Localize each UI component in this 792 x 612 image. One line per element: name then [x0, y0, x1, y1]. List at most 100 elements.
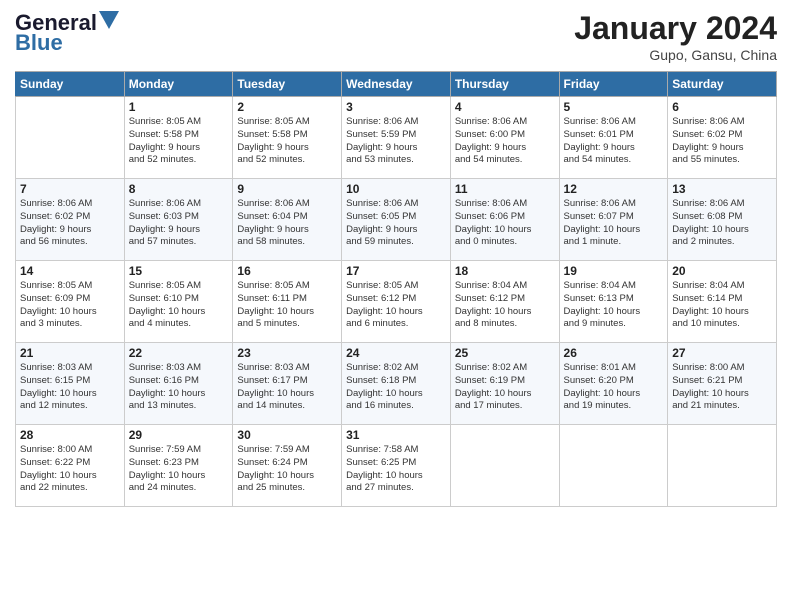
day-number: 9: [237, 182, 337, 196]
cell-content: Sunrise: 8:06 AMSunset: 6:06 PMDaylight:…: [455, 198, 555, 249]
calendar-cell: [16, 97, 125, 179]
calendar-cell: 19 Sunrise: 8:04 AMSunset: 6:13 PMDayligh…: [559, 261, 668, 343]
day-number: 13: [672, 182, 772, 196]
logo-arrow-icon: [99, 11, 119, 31]
col-monday: Monday: [124, 72, 233, 97]
day-number: 11: [455, 182, 555, 196]
cell-content: Sunrise: 8:05 AMSunset: 6:10 PMDaylight:…: [129, 280, 229, 331]
calendar-cell: 10 Sunrise: 8:06 AMSunset: 6:05 PMDayligh…: [342, 179, 451, 261]
calendar-table: Sunday Monday Tuesday Wednesday Thursday…: [15, 71, 777, 507]
cell-content: Sunrise: 8:06 AMSunset: 6:05 PMDaylight:…: [346, 198, 446, 249]
calendar-cell: [668, 425, 777, 507]
day-number: 14: [20, 264, 120, 278]
title-block: January 2024 Gupo, Gansu, China: [574, 10, 777, 63]
cell-content: Sunrise: 8:05 AMSunset: 6:12 PMDaylight:…: [346, 280, 446, 331]
day-number: 16: [237, 264, 337, 278]
day-number: 2: [237, 100, 337, 114]
cell-content: Sunrise: 8:05 AMSunset: 5:58 PMDaylight:…: [237, 116, 337, 167]
day-number: 7: [20, 182, 120, 196]
day-number: 28: [20, 428, 120, 442]
day-number: 8: [129, 182, 229, 196]
cell-content: Sunrise: 8:05 AMSunset: 6:11 PMDaylight:…: [237, 280, 337, 331]
calendar-cell: 14 Sunrise: 8:05 AMSunset: 6:09 PMDayligh…: [16, 261, 125, 343]
calendar-cell: 30Sunrise: 7:59 AMSunset: 6:24 PMDayligh…: [233, 425, 342, 507]
cell-content: Sunrise: 7:59 AMSunset: 6:23 PMDaylight:…: [129, 444, 229, 495]
calendar-cell: 26Sunrise: 8:01 AMSunset: 6:20 PMDayligh…: [559, 343, 668, 425]
cell-content: Sunrise: 8:06 AMSunset: 6:04 PMDaylight:…: [237, 198, 337, 249]
calendar-cell: 24 Sunrise: 8:02 AMSunset: 6:18 PMDayligh…: [342, 343, 451, 425]
day-number: 20: [672, 264, 772, 278]
cell-content: Sunrise: 8:06 AMSunset: 6:02 PMDaylight:…: [20, 198, 120, 249]
calendar-week-3: 14 Sunrise: 8:05 AMSunset: 6:09 PMDayligh…: [16, 261, 777, 343]
col-saturday: Saturday: [668, 72, 777, 97]
calendar-cell: 3Sunrise: 8:06 AMSunset: 5:59 PMDaylight…: [342, 97, 451, 179]
page-container: General Blue January 2024 Gupo, Gansu, C…: [0, 0, 792, 517]
day-number: 25: [455, 346, 555, 360]
cell-content: Sunrise: 8:06 AMSunset: 6:07 PMDaylight:…: [564, 198, 664, 249]
calendar-cell: 21 Sunrise: 8:03 AMSunset: 6:15 PMDayligh…: [16, 343, 125, 425]
day-number: 27: [672, 346, 772, 360]
calendar-cell: [450, 425, 559, 507]
cell-content: Sunrise: 8:03 AMSunset: 6:15 PMDaylight:…: [20, 362, 120, 413]
calendar-cell: 1Sunrise: 8:05 AMSunset: 5:58 PMDaylight…: [124, 97, 233, 179]
day-number: 12: [564, 182, 664, 196]
calendar-cell: [559, 425, 668, 507]
calendar-cell: 31Sunrise: 7:58 AMSunset: 6:25 PMDayligh…: [342, 425, 451, 507]
calendar-cell: 22 Sunrise: 8:03 AMSunset: 6:16 PMDayligh…: [124, 343, 233, 425]
cell-content: Sunrise: 8:06 AMSunset: 5:59 PMDaylight:…: [346, 116, 446, 167]
day-number: 10: [346, 182, 446, 196]
cell-content: Sunrise: 8:05 AMSunset: 5:58 PMDaylight:…: [129, 116, 229, 167]
calendar-cell: 8 Sunrise: 8:06 AMSunset: 6:03 PMDaylight…: [124, 179, 233, 261]
cell-content: Sunrise: 8:05 AMSunset: 6:09 PMDaylight:…: [20, 280, 120, 331]
cell-content: Sunrise: 8:04 AMSunset: 6:14 PMDaylight:…: [672, 280, 772, 331]
calendar-cell: 13Sunrise: 8:06 AMSunset: 6:08 PMDayligh…: [668, 179, 777, 261]
cell-content: Sunrise: 8:06 AMSunset: 6:01 PMDaylight:…: [564, 116, 664, 167]
col-tuesday: Tuesday: [233, 72, 342, 97]
cell-content: Sunrise: 8:00 AMSunset: 6:22 PMDaylight:…: [20, 444, 120, 495]
calendar-cell: 2 Sunrise: 8:05 AMSunset: 5:58 PMDaylight…: [233, 97, 342, 179]
logo-blue: Blue: [15, 30, 63, 56]
logo: General Blue: [15, 10, 119, 56]
day-number: 22: [129, 346, 229, 360]
col-thursday: Thursday: [450, 72, 559, 97]
cell-content: Sunrise: 8:04 AMSunset: 6:12 PMDaylight:…: [455, 280, 555, 331]
day-number: 6: [672, 100, 772, 114]
calendar-cell: 27 Sunrise: 8:00 AMSunset: 6:21 PMDayligh…: [668, 343, 777, 425]
calendar-week-4: 21 Sunrise: 8:03 AMSunset: 6:15 PMDayligh…: [16, 343, 777, 425]
calendar-cell: 16 Sunrise: 8:05 AMSunset: 6:11 PMDayligh…: [233, 261, 342, 343]
cell-content: Sunrise: 8:03 AMSunset: 6:16 PMDaylight:…: [129, 362, 229, 413]
calendar-cell: 4 Sunrise: 8:06 AMSunset: 6:00 PMDaylight…: [450, 97, 559, 179]
day-number: 4: [455, 100, 555, 114]
day-number: 21: [20, 346, 120, 360]
location: Gupo, Gansu, China: [574, 47, 777, 63]
cell-content: Sunrise: 8:06 AMSunset: 6:00 PMDaylight:…: [455, 116, 555, 167]
cell-content: Sunrise: 8:06 AMSunset: 6:02 PMDaylight:…: [672, 116, 772, 167]
calendar-cell: 15 Sunrise: 8:05 AMSunset: 6:10 PMDayligh…: [124, 261, 233, 343]
day-number: 29: [129, 428, 229, 442]
calendar-cell: 23Sunrise: 8:03 AMSunset: 6:17 PMDayligh…: [233, 343, 342, 425]
day-number: 23: [237, 346, 337, 360]
day-number: 19: [564, 264, 664, 278]
calendar-cell: 12 Sunrise: 8:06 AMSunset: 6:07 PMDayligh…: [559, 179, 668, 261]
day-number: 15: [129, 264, 229, 278]
calendar-cell: 6 Sunrise: 8:06 AMSunset: 6:02 PMDaylight…: [668, 97, 777, 179]
cell-content: Sunrise: 8:02 AMSunset: 6:18 PMDaylight:…: [346, 362, 446, 413]
col-sunday: Sunday: [16, 72, 125, 97]
cell-content: Sunrise: 8:06 AMSunset: 6:03 PMDaylight:…: [129, 198, 229, 249]
cell-content: Sunrise: 8:04 AMSunset: 6:13 PMDaylight:…: [564, 280, 664, 331]
calendar-cell: 7 Sunrise: 8:06 AMSunset: 6:02 PMDaylight…: [16, 179, 125, 261]
page-header: General Blue January 2024 Gupo, Gansu, C…: [15, 10, 777, 63]
cell-content: Sunrise: 8:00 AMSunset: 6:21 PMDaylight:…: [672, 362, 772, 413]
calendar-week-5: 28 Sunrise: 8:00 AMSunset: 6:22 PMDayligh…: [16, 425, 777, 507]
day-number: 30: [237, 428, 337, 442]
calendar-week-1: 1Sunrise: 8:05 AMSunset: 5:58 PMDaylight…: [16, 97, 777, 179]
day-number: 31: [346, 428, 446, 442]
calendar-cell: 17Sunrise: 8:05 AMSunset: 6:12 PMDayligh…: [342, 261, 451, 343]
cell-content: Sunrise: 8:01 AMSunset: 6:20 PMDaylight:…: [564, 362, 664, 413]
day-number: 18: [455, 264, 555, 278]
month-title: January 2024: [574, 10, 777, 47]
day-number: 5: [564, 100, 664, 114]
col-wednesday: Wednesday: [342, 72, 451, 97]
calendar-cell: 25Sunrise: 8:02 AMSunset: 6:19 PMDayligh…: [450, 343, 559, 425]
day-number: 24: [346, 346, 446, 360]
